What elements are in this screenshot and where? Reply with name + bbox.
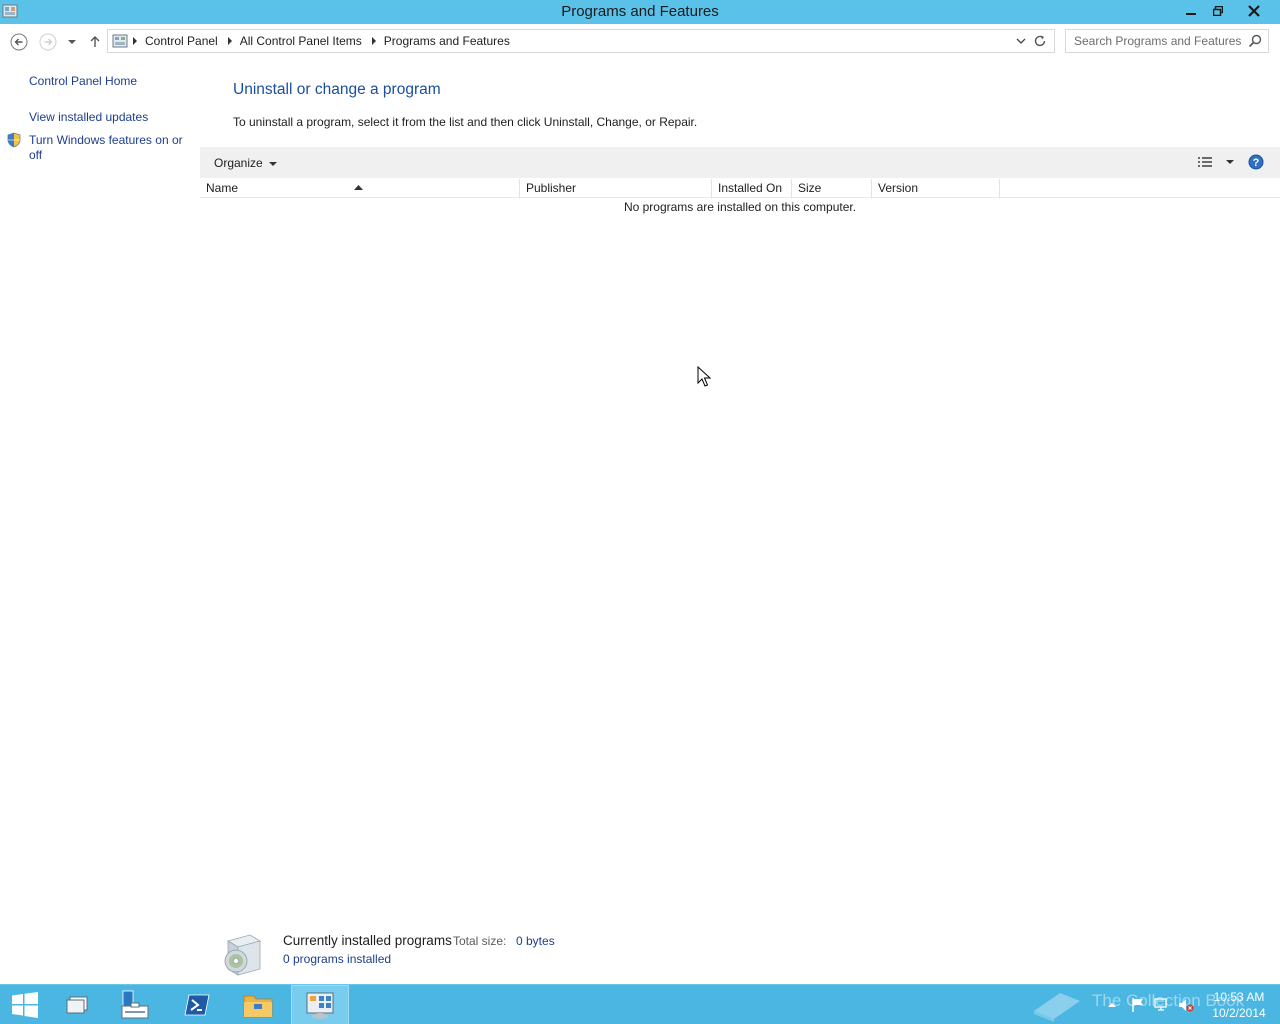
column-header-publisher[interactable]: Publisher	[520, 179, 712, 198]
details-view-icon	[1198, 157, 1212, 167]
help-button[interactable]: ?	[1248, 154, 1264, 170]
view-options-dropdown[interactable]	[1224, 156, 1236, 168]
powershell-icon	[184, 994, 210, 1016]
chevron-up-icon	[1108, 1003, 1116, 1007]
command-bar: Organize ?	[200, 147, 1280, 178]
taskbar-control-panel[interactable]	[291, 985, 349, 1024]
breadcrumb-control-panel[interactable]: Control Panel	[142, 34, 223, 48]
forward-arrow-icon	[39, 33, 57, 51]
details-pane: Currently installed programs Total size:…	[200, 925, 1280, 984]
volume-muted-icon[interactable]	[1178, 997, 1194, 1013]
taskbar-server-manager[interactable]	[106, 985, 164, 1024]
control-panel-location-icon	[112, 34, 128, 48]
up-arrow-icon	[90, 36, 100, 47]
column-header-version[interactable]: Version	[872, 179, 1000, 198]
title-bar: Programs and Features	[0, 0, 1280, 24]
restore-icon	[1212, 5, 1223, 16]
breadcrumb-separator-icon[interactable]	[128, 30, 142, 52]
help-icon: ?	[1248, 154, 1264, 170]
organize-label: Organize	[214, 156, 263, 170]
left-pane: Control Panel Home View installed update…	[0, 58, 200, 984]
taskbar-file-explorer[interactable]	[229, 985, 287, 1024]
search-box[interactable]	[1065, 29, 1269, 53]
shield-icon	[6, 132, 22, 148]
chevron-down-icon	[268, 156, 277, 170]
server-manager-icon	[121, 990, 149, 1019]
chevron-down-icon	[68, 40, 76, 44]
close-icon	[1248, 4, 1260, 17]
up-button[interactable]	[85, 32, 105, 52]
recent-locations-button[interactable]	[62, 32, 82, 52]
breadcrumb-separator-icon[interactable]	[367, 30, 381, 52]
breadcrumb-separator-icon[interactable]	[223, 30, 237, 52]
empty-list-message: No programs are installed on this comput…	[623, 200, 857, 214]
details-title: Currently installed programs	[283, 933, 452, 948]
address-dropdown-button[interactable]	[1014, 34, 1028, 48]
total-size-label: Total size:	[453, 934, 507, 948]
turn-windows-features-link[interactable]: Turn Windows features on or off	[29, 133, 189, 163]
column-header-installed-on[interactable]: Installed On	[712, 179, 792, 198]
control-panel-home-link[interactable]: Control Panel Home	[29, 74, 137, 88]
page-title: Uninstall or change a program	[233, 81, 441, 98]
view-installed-updates-link[interactable]: View installed updates	[29, 110, 148, 124]
folder-icon	[243, 995, 273, 1018]
show-hidden-icons-button[interactable]	[1104, 997, 1120, 1013]
refresh-icon	[1034, 35, 1046, 47]
programs-package-icon	[220, 929, 264, 977]
taskbar-task-view[interactable]	[48, 985, 106, 1024]
column-header-name-label: Name	[206, 181, 239, 195]
total-size-value: 0 bytes	[516, 934, 555, 948]
svg-text:?: ?	[1253, 157, 1260, 169]
refresh-button[interactable]	[1032, 33, 1048, 49]
window-title: Programs and Features	[561, 3, 719, 20]
control-panel-icon	[306, 992, 334, 1019]
clock-date: 10/2/2014	[1212, 1006, 1266, 1020]
taskbar-powershell[interactable]	[168, 985, 226, 1024]
network-icon[interactable]	[1154, 997, 1170, 1013]
programs-count: 0 programs installed	[283, 952, 392, 966]
mouse-cursor-icon	[697, 365, 712, 388]
column-headers: Name Publisher Installed On Size Version	[200, 179, 1280, 198]
organize-button[interactable]: Organize	[214, 156, 277, 170]
back-arrow-icon	[10, 33, 28, 51]
change-view-button[interactable]	[1196, 154, 1216, 170]
address-bar[interactable]: Control Panel All Control Panel Items Pr…	[107, 29, 1055, 53]
instructions-text: To uninstall a program, select it from t…	[233, 115, 698, 129]
clock-time: 10:53 AM	[1213, 990, 1265, 1004]
column-header-size[interactable]: Size	[792, 179, 872, 198]
windows-stack-icon	[66, 996, 88, 1014]
restore-button[interactable]	[1204, 0, 1231, 21]
breadcrumb-programs-and-features[interactable]: Programs and Features	[381, 34, 515, 48]
taskbar: The Collection Book 10:53 AM 10/2/2014	[0, 984, 1280, 1024]
action-center-flag-icon[interactable]	[1130, 997, 1146, 1013]
search-input[interactable]	[1066, 30, 1246, 52]
book-logo-icon	[1034, 993, 1080, 1022]
breadcrumb-all-control-panel-items[interactable]: All Control Panel Items	[237, 34, 367, 48]
windows-logo-icon	[12, 992, 38, 1018]
column-header-name[interactable]: Name	[200, 179, 520, 198]
search-icon[interactable]	[1248, 34, 1262, 48]
close-button[interactable]	[1231, 0, 1277, 21]
minimize-button[interactable]	[1177, 0, 1204, 21]
system-clock[interactable]: 10:53 AM 10/2/2014	[1204, 989, 1274, 1021]
back-button[interactable]	[9, 32, 29, 52]
sort-ascending-icon	[354, 177, 363, 190]
start-button[interactable]	[0, 985, 50, 1024]
forward-button[interactable]	[38, 32, 58, 52]
chevron-down-icon	[1016, 38, 1026, 44]
chevron-down-icon	[1226, 160, 1234, 164]
minimize-icon	[1185, 12, 1196, 15]
